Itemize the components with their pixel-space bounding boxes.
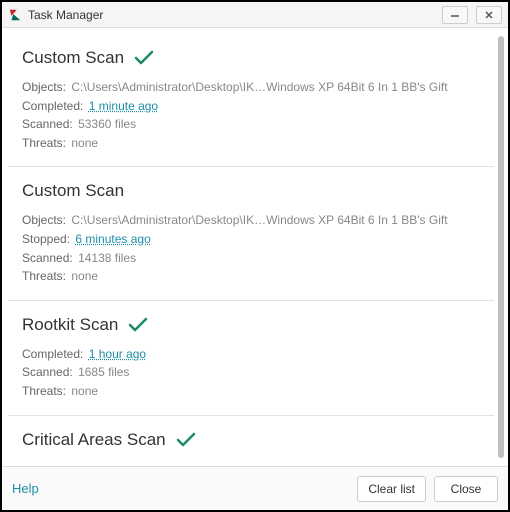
detail-label: Objects: <box>22 213 66 227</box>
detail-value: none <box>71 269 98 283</box>
clear-list-label: Clear list <box>368 482 415 496</box>
detail-label: Scanned: <box>22 117 73 131</box>
close-label: Close <box>451 482 482 496</box>
detail-label: Threats: <box>22 384 66 398</box>
detail-value: C:\Users\Administrator\Desktop\IK…Window… <box>71 213 447 227</box>
task-detail-line: Objects: C:\Users\Administrator\Desktop\… <box>22 78 482 97</box>
detail-label: Scanned: <box>22 365 73 379</box>
detail-value: none <box>71 136 98 150</box>
task-detail-line: Threats: none <box>22 382 482 401</box>
detail-label: Threats: <box>22 136 66 150</box>
task-detail-line: Stopped: 6 minutes ago <box>22 230 482 249</box>
scrollbar[interactable] <box>498 36 504 458</box>
content-area: Custom Scan Objects: C:\Users\Administrat… <box>2 28 508 466</box>
task-detail-line: Completed: 1 hour ago <box>22 345 482 364</box>
detail-value: 53360 files <box>78 117 136 131</box>
minimize-button[interactable] <box>442 6 468 24</box>
checkmark-icon <box>134 50 154 66</box>
detail-label: Scanned: <box>22 251 73 265</box>
time-link[interactable]: 1 minute ago <box>89 99 158 113</box>
detail-label: Completed: <box>22 347 83 361</box>
task-detail-line: Threats: none <box>22 134 482 153</box>
task-detail-line: Threats: none <box>22 267 482 286</box>
time-link[interactable]: 1 hour ago <box>89 347 146 361</box>
task-item[interactable]: Custom Scan Objects: C:\Users\Administrat… <box>8 34 494 167</box>
window-title: Task Manager <box>28 8 103 22</box>
task-item[interactable]: Rootkit ScanCompleted: 1 hour agoScanned… <box>8 301 494 416</box>
task-detail-line: Completed: 1 minute ago <box>22 97 482 116</box>
detail-label: Stopped: <box>22 232 70 246</box>
detail-label: Threats: <box>22 269 66 283</box>
task-detail-line: Objects: C:\Users\Administrator\Desktop\… <box>22 211 482 230</box>
task-detail-line: Scanned: 53360 files <box>22 115 482 134</box>
checkmark-icon <box>128 317 148 333</box>
task-item[interactable]: Custom Scan Objects: C:\Users\Administrat… <box>8 167 494 300</box>
detail-value: none <box>71 384 98 398</box>
detail-label: Objects: <box>22 80 66 94</box>
title-bar: Task Manager <box>2 2 508 28</box>
clear-list-button[interactable]: Clear list <box>357 476 426 502</box>
task-item[interactable]: Critical Areas Scan <box>8 416 494 466</box>
task-title: Custom Scan <box>22 48 124 68</box>
task-detail-line: Scanned: 1685 files <box>22 363 482 382</box>
detail-value: 1685 files <box>78 365 129 379</box>
task-list: Custom Scan Objects: C:\Users\Administrat… <box>8 34 494 466</box>
close-button[interactable]: Close <box>434 476 498 502</box>
help-link[interactable]: Help <box>12 481 39 496</box>
detail-value: C:\Users\Administrator\Desktop\IK…Window… <box>71 80 447 94</box>
footer-bar: Help Clear list Close <box>2 466 508 510</box>
detail-label: Completed: <box>22 99 83 113</box>
task-title: Critical Areas Scan <box>22 430 166 450</box>
detail-value: 14138 files <box>78 251 136 265</box>
app-logo-icon <box>8 8 22 22</box>
close-window-button[interactable] <box>476 6 502 24</box>
time-link[interactable]: 6 minutes ago <box>75 232 150 246</box>
checkmark-icon <box>176 432 196 448</box>
task-detail-line: Scanned: 14138 files <box>22 249 482 268</box>
task-title: Custom Scan <box>22 181 124 201</box>
task-title: Rootkit Scan <box>22 315 118 335</box>
